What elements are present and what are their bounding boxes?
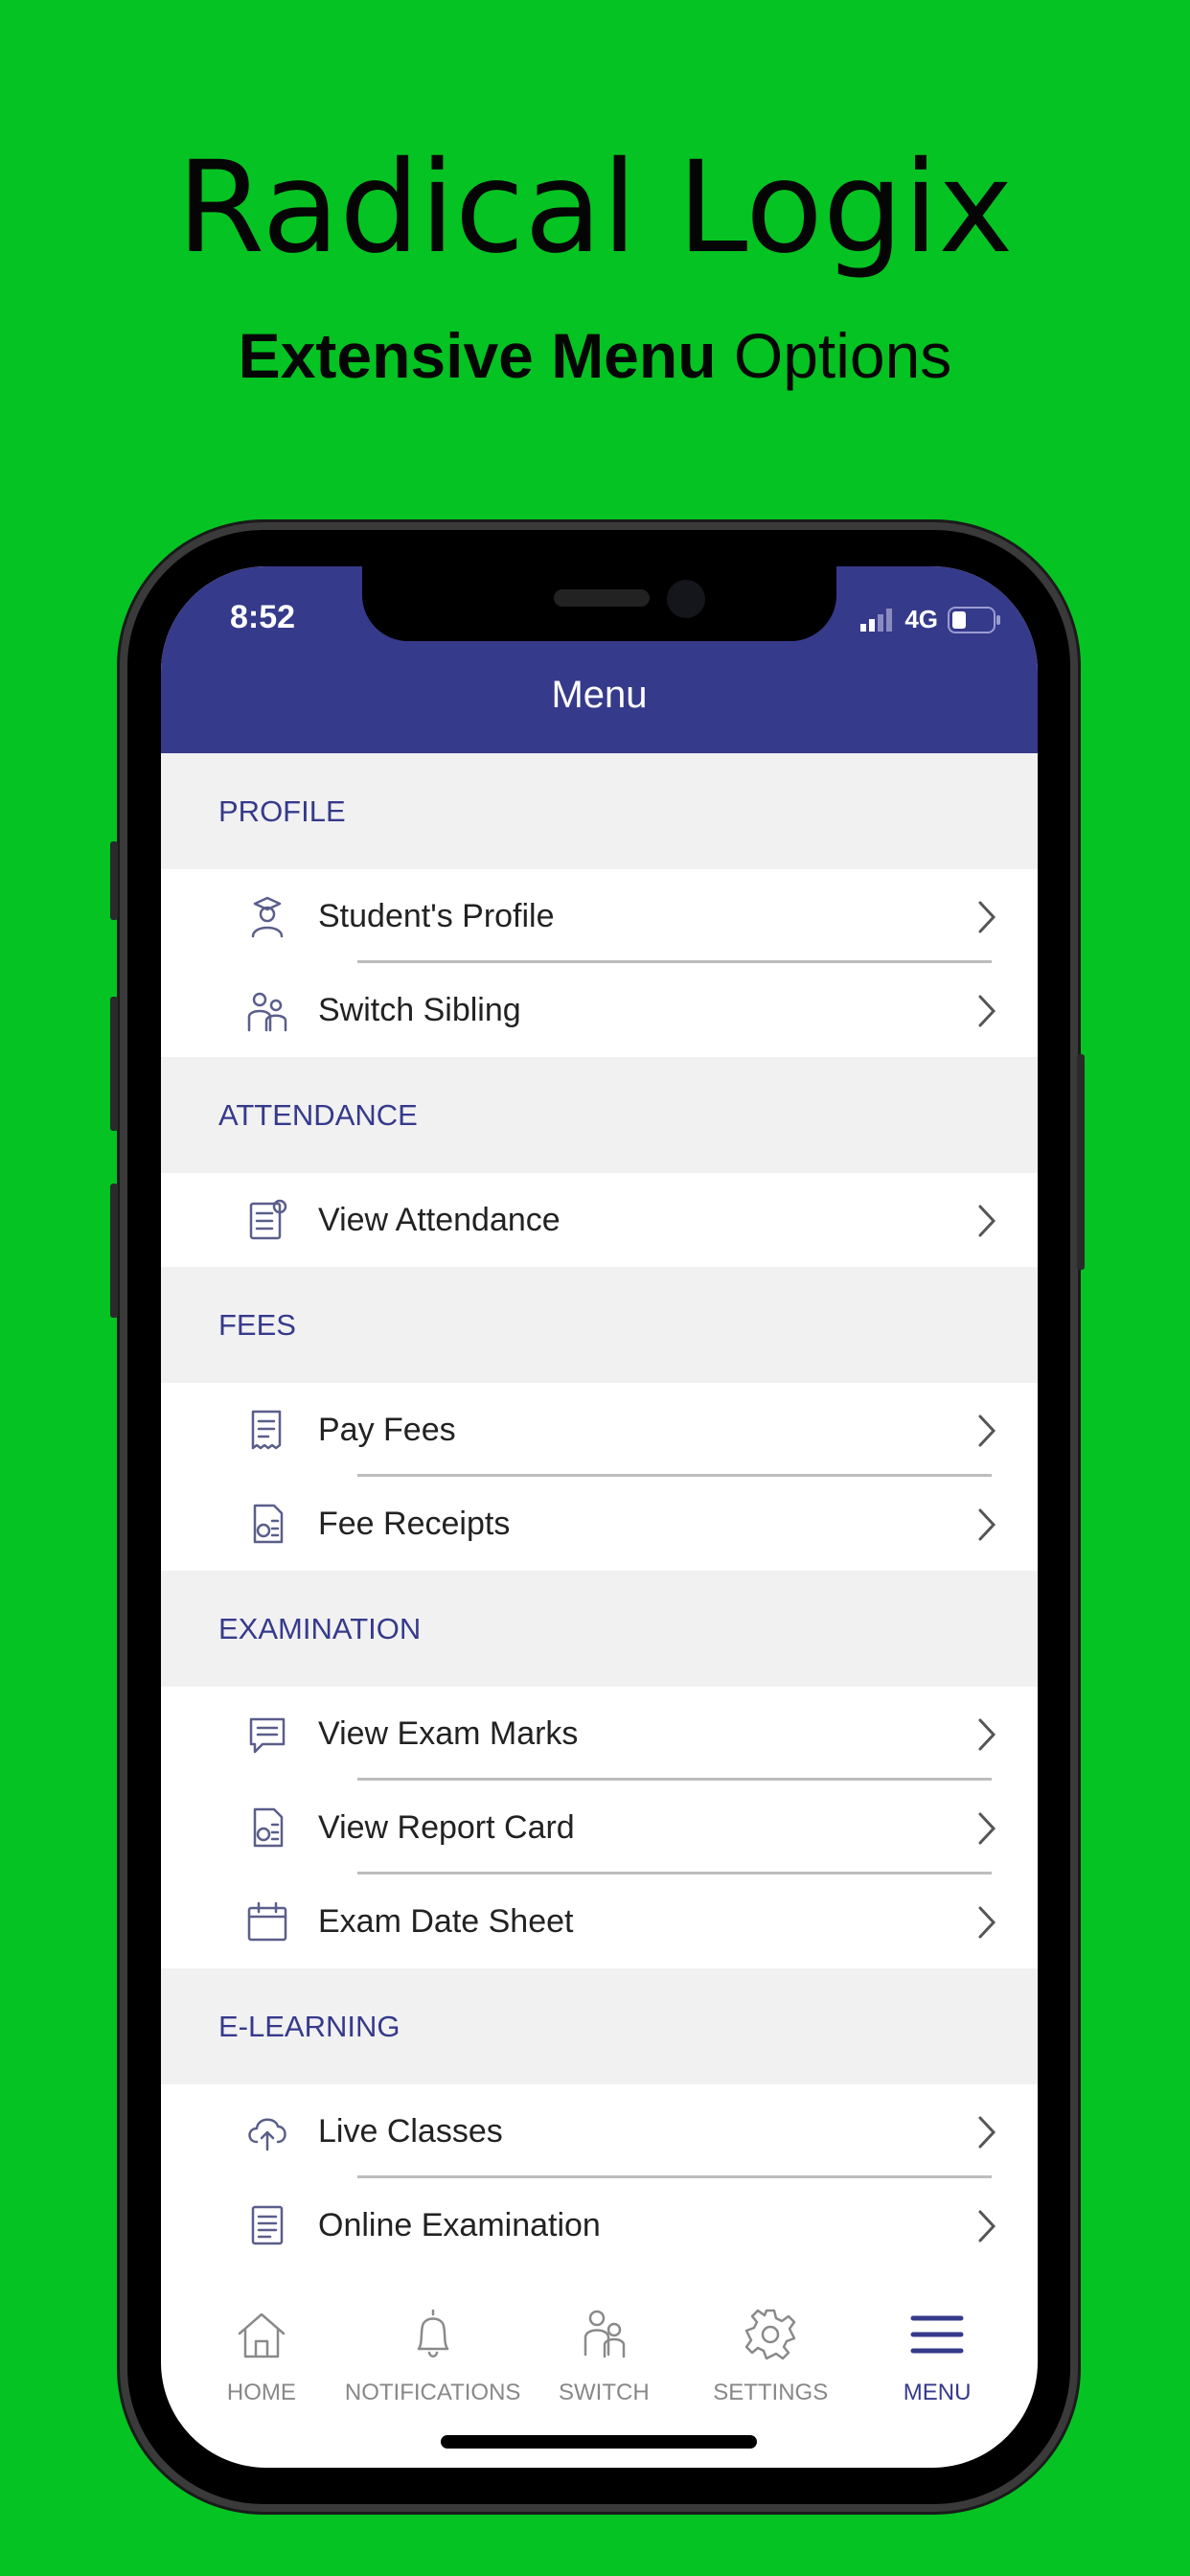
network-label: 4G <box>904 605 938 633</box>
chevron-right-icon <box>978 1414 996 1447</box>
menu-item-exam-date-sheet[interactable]: Exam Date Sheet <box>161 1874 1038 1968</box>
menu-item-online-examination[interactable]: Online Examination <box>161 2178 1038 2272</box>
menu-item-label: View Exam Marks <box>318 1714 579 1752</box>
menu-item-label: Online Examination <box>318 2206 601 2243</box>
menu-item-switch-sibling[interactable]: Switch Sibling <box>161 963 1038 1057</box>
section-header-profile: PROFILE <box>161 753 1038 869</box>
bell-icon <box>417 2309 448 2358</box>
menu-item-label: View Attendance <box>318 1201 561 1238</box>
users-icon <box>584 2310 626 2358</box>
graduate-icon <box>251 896 284 938</box>
document-icon <box>253 1504 284 1544</box>
notch <box>362 566 836 641</box>
menu-item-live-classes[interactable]: Live Classes <box>161 2084 1038 2178</box>
gear-icon <box>744 2309 796 2360</box>
phone-screen: 8:52 4G Menu PROFILE Student's Profile S… <box>161 566 1038 2468</box>
app-header: 8:52 4G Menu <box>161 566 1038 753</box>
menu-item-label: Exam Date Sheet <box>318 1902 574 1940</box>
tab-menu[interactable]: MENU <box>854 2286 1020 2468</box>
chevron-right-icon <box>978 1906 996 1939</box>
menu-item-label: Switch Sibling <box>318 991 521 1028</box>
menu-item-label: Pay Fees <box>318 1411 456 1448</box>
section-header-fees: FEES <box>161 1267 1038 1383</box>
chevron-right-icon <box>978 1508 996 1541</box>
menu-item-view-exam-marks[interactable]: View Exam Marks <box>161 1687 1038 1781</box>
status-time: 8:52 <box>230 599 296 635</box>
chevron-right-icon <box>978 995 996 1027</box>
camera <box>667 580 705 618</box>
attendance-icon <box>249 1199 287 1240</box>
notes-icon <box>251 2205 284 2245</box>
page-title: Menu <box>551 674 648 716</box>
siblings-icon <box>247 992 287 1032</box>
tab-label: NOTIFICATIONS <box>344 2380 521 2405</box>
home-icon <box>238 2312 286 2358</box>
status-icons: 4G <box>860 605 1001 634</box>
chevron-right-icon <box>978 1812 996 1845</box>
menu-list: PROFILE Student's Profile Switch Sibling… <box>161 753 1038 2272</box>
volume-down-button <box>110 1184 118 1318</box>
tab-label: SETTINGS <box>713 2380 829 2405</box>
tab-label: SWITCH <box>559 2380 650 2405</box>
receipt-icon <box>251 1410 282 1450</box>
home-indicator[interactable] <box>441 2435 757 2449</box>
menu-item-fee-receipts[interactable]: Fee Receipts <box>161 1477 1038 1571</box>
chevron-right-icon <box>978 1718 996 1751</box>
section-header-examination: EXAMINATION <box>161 1571 1038 1687</box>
speaker <box>554 589 650 607</box>
document-icon <box>253 1807 284 1848</box>
promo-subtitle-bold: Extensive Menu <box>238 320 717 391</box>
signal-icon <box>860 608 893 632</box>
menu-item-student-s-profile[interactable]: Student's Profile <box>161 869 1038 963</box>
menu-item-pay-fees[interactable]: Pay Fees <box>161 1383 1038 1477</box>
silent-switch <box>110 841 118 920</box>
promo-subtitle: Extensive Menu Options <box>0 319 1190 392</box>
volume-up-button <box>110 997 118 1131</box>
chevron-right-icon <box>978 2116 996 2149</box>
menu-item-label: Student's Profile <box>318 897 555 934</box>
chevron-right-icon <box>978 2210 996 2242</box>
promo-subtitle-rest: Options <box>716 320 952 391</box>
power-button <box>1077 1054 1085 1270</box>
promo-title: Radical Logix <box>176 134 1014 282</box>
hamburger-icon <box>910 2315 964 2354</box>
cloud-upload-icon <box>248 2118 286 2151</box>
menu-item-view-attendance[interactable]: View Attendance <box>161 1173 1038 1267</box>
tab-label: MENU <box>903 2380 972 2405</box>
calendar-icon <box>247 1901 287 1942</box>
menu-item-label: View Report Card <box>318 1808 575 1846</box>
section-header-e-learning: E-LEARNING <box>161 1968 1038 2084</box>
section-header-attendance: ATTENDANCE <box>161 1057 1038 1173</box>
menu-item-view-report-card[interactable]: View Report Card <box>161 1781 1038 1874</box>
chevron-right-icon <box>978 1205 996 1237</box>
chat-icon <box>249 1717 286 1754</box>
menu-item-label: Fee Receipts <box>318 1505 511 1542</box>
chevron-right-icon <box>978 901 996 933</box>
battery-icon <box>948 606 1000 633</box>
tab-home[interactable]: HOME <box>178 2286 345 2468</box>
tab-label: HOME <box>226 2380 296 2405</box>
menu-item-label: Live Classes <box>318 2112 503 2150</box>
